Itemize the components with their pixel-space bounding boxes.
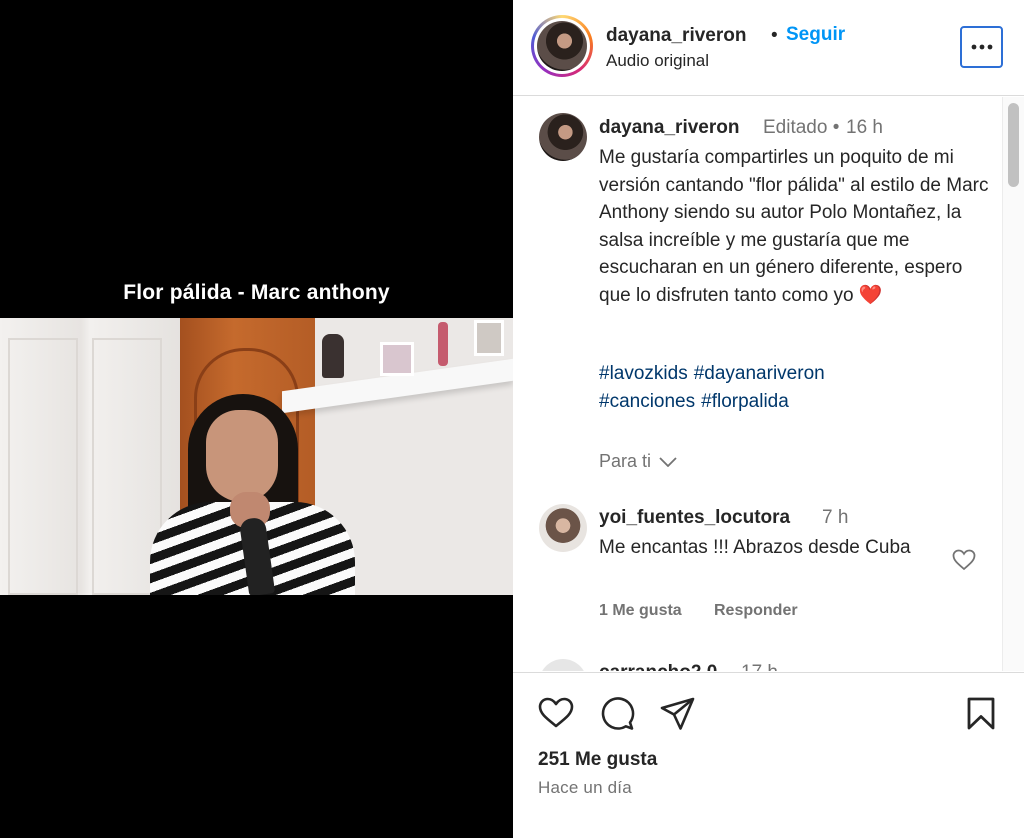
comment-avatar[interactable] [539, 659, 587, 671]
caption-hashtags: #lavozkids #dayanariveron #canciones #flor… [599, 360, 989, 416]
share-icon[interactable] [660, 697, 696, 731]
caption-text: Me gustaría compartirles un poquito de m… [599, 144, 989, 309]
audio-link[interactable]: Audio original [606, 51, 709, 71]
translation-toggle[interactable]: Para ti [599, 451, 677, 472]
reply-button[interactable]: Responder [714, 602, 798, 620]
hashtag-link[interactable]: #dayanariveron [694, 363, 825, 384]
heart-icon[interactable] [538, 697, 574, 729]
hashtag-link[interactable]: #florpalida [701, 391, 789, 412]
comment-username[interactable]: carrancho2.0 [599, 662, 717, 671]
comments-scroll-area[interactable]: dayana_riveron Editado • 16 h Me gustarí… [513, 97, 1024, 671]
comment-like-heart-icon[interactable] [952, 549, 976, 571]
video-scene-singer [140, 390, 360, 595]
likes-count[interactable]: 251 Me gusta [538, 749, 657, 771]
comment-text: Me encantas !!! Abrazos desde Cuba [599, 537, 911, 558]
post-timestamp[interactable]: Hace un día [538, 778, 632, 798]
comment-time[interactable]: 17 h [741, 662, 778, 671]
comment-icon[interactable] [599, 697, 635, 731]
translation-label: Para ti [599, 451, 652, 471]
hashtag-link[interactable]: #lavozkids [599, 363, 688, 384]
caption-time[interactable]: 16 h [846, 117, 883, 139]
follow-button[interactable]: Seguir [786, 24, 845, 46]
video-overlay-title: Flor pálida - Marc anthony [123, 281, 390, 304]
caption-username[interactable]: dayana_riveron [599, 117, 739, 139]
comment-time[interactable]: 7 h [822, 507, 848, 529]
more-options-icon [971, 44, 992, 50]
video-frame[interactable] [0, 318, 513, 595]
post-actions-bar: 251 Me gusta Hace un día [513, 672, 1024, 838]
video-player[interactable]: Flor pálida - Marc anthony [0, 0, 513, 838]
comment-username[interactable]: yoi_fuentes_locutora [599, 507, 790, 529]
red-heart-emoji: ❤️ [858, 284, 883, 306]
header-separator: • [771, 25, 778, 46]
comment-likes[interactable]: 1 Me gusta [599, 602, 682, 620]
more-options-button[interactable] [960, 26, 1003, 68]
caption-edited-label: Editado • [763, 117, 840, 138]
bookmark-icon[interactable] [966, 697, 996, 731]
scrollbar[interactable] [1002, 97, 1024, 671]
header-username[interactable]: dayana_riveron [606, 25, 746, 47]
scrollbar-thumb[interactable] [1008, 103, 1019, 187]
header-avatar[interactable] [531, 15, 593, 77]
post-header: dayana_riveron • Seguir Audio original [513, 0, 1024, 96]
hashtag-link[interactable]: #canciones [599, 391, 695, 412]
comment-avatar[interactable] [539, 504, 587, 552]
caption-avatar[interactable] [539, 113, 587, 161]
post-side-panel: dayana_riveron • Seguir Audio original d… [513, 0, 1024, 838]
chevron-down-icon [659, 456, 677, 467]
